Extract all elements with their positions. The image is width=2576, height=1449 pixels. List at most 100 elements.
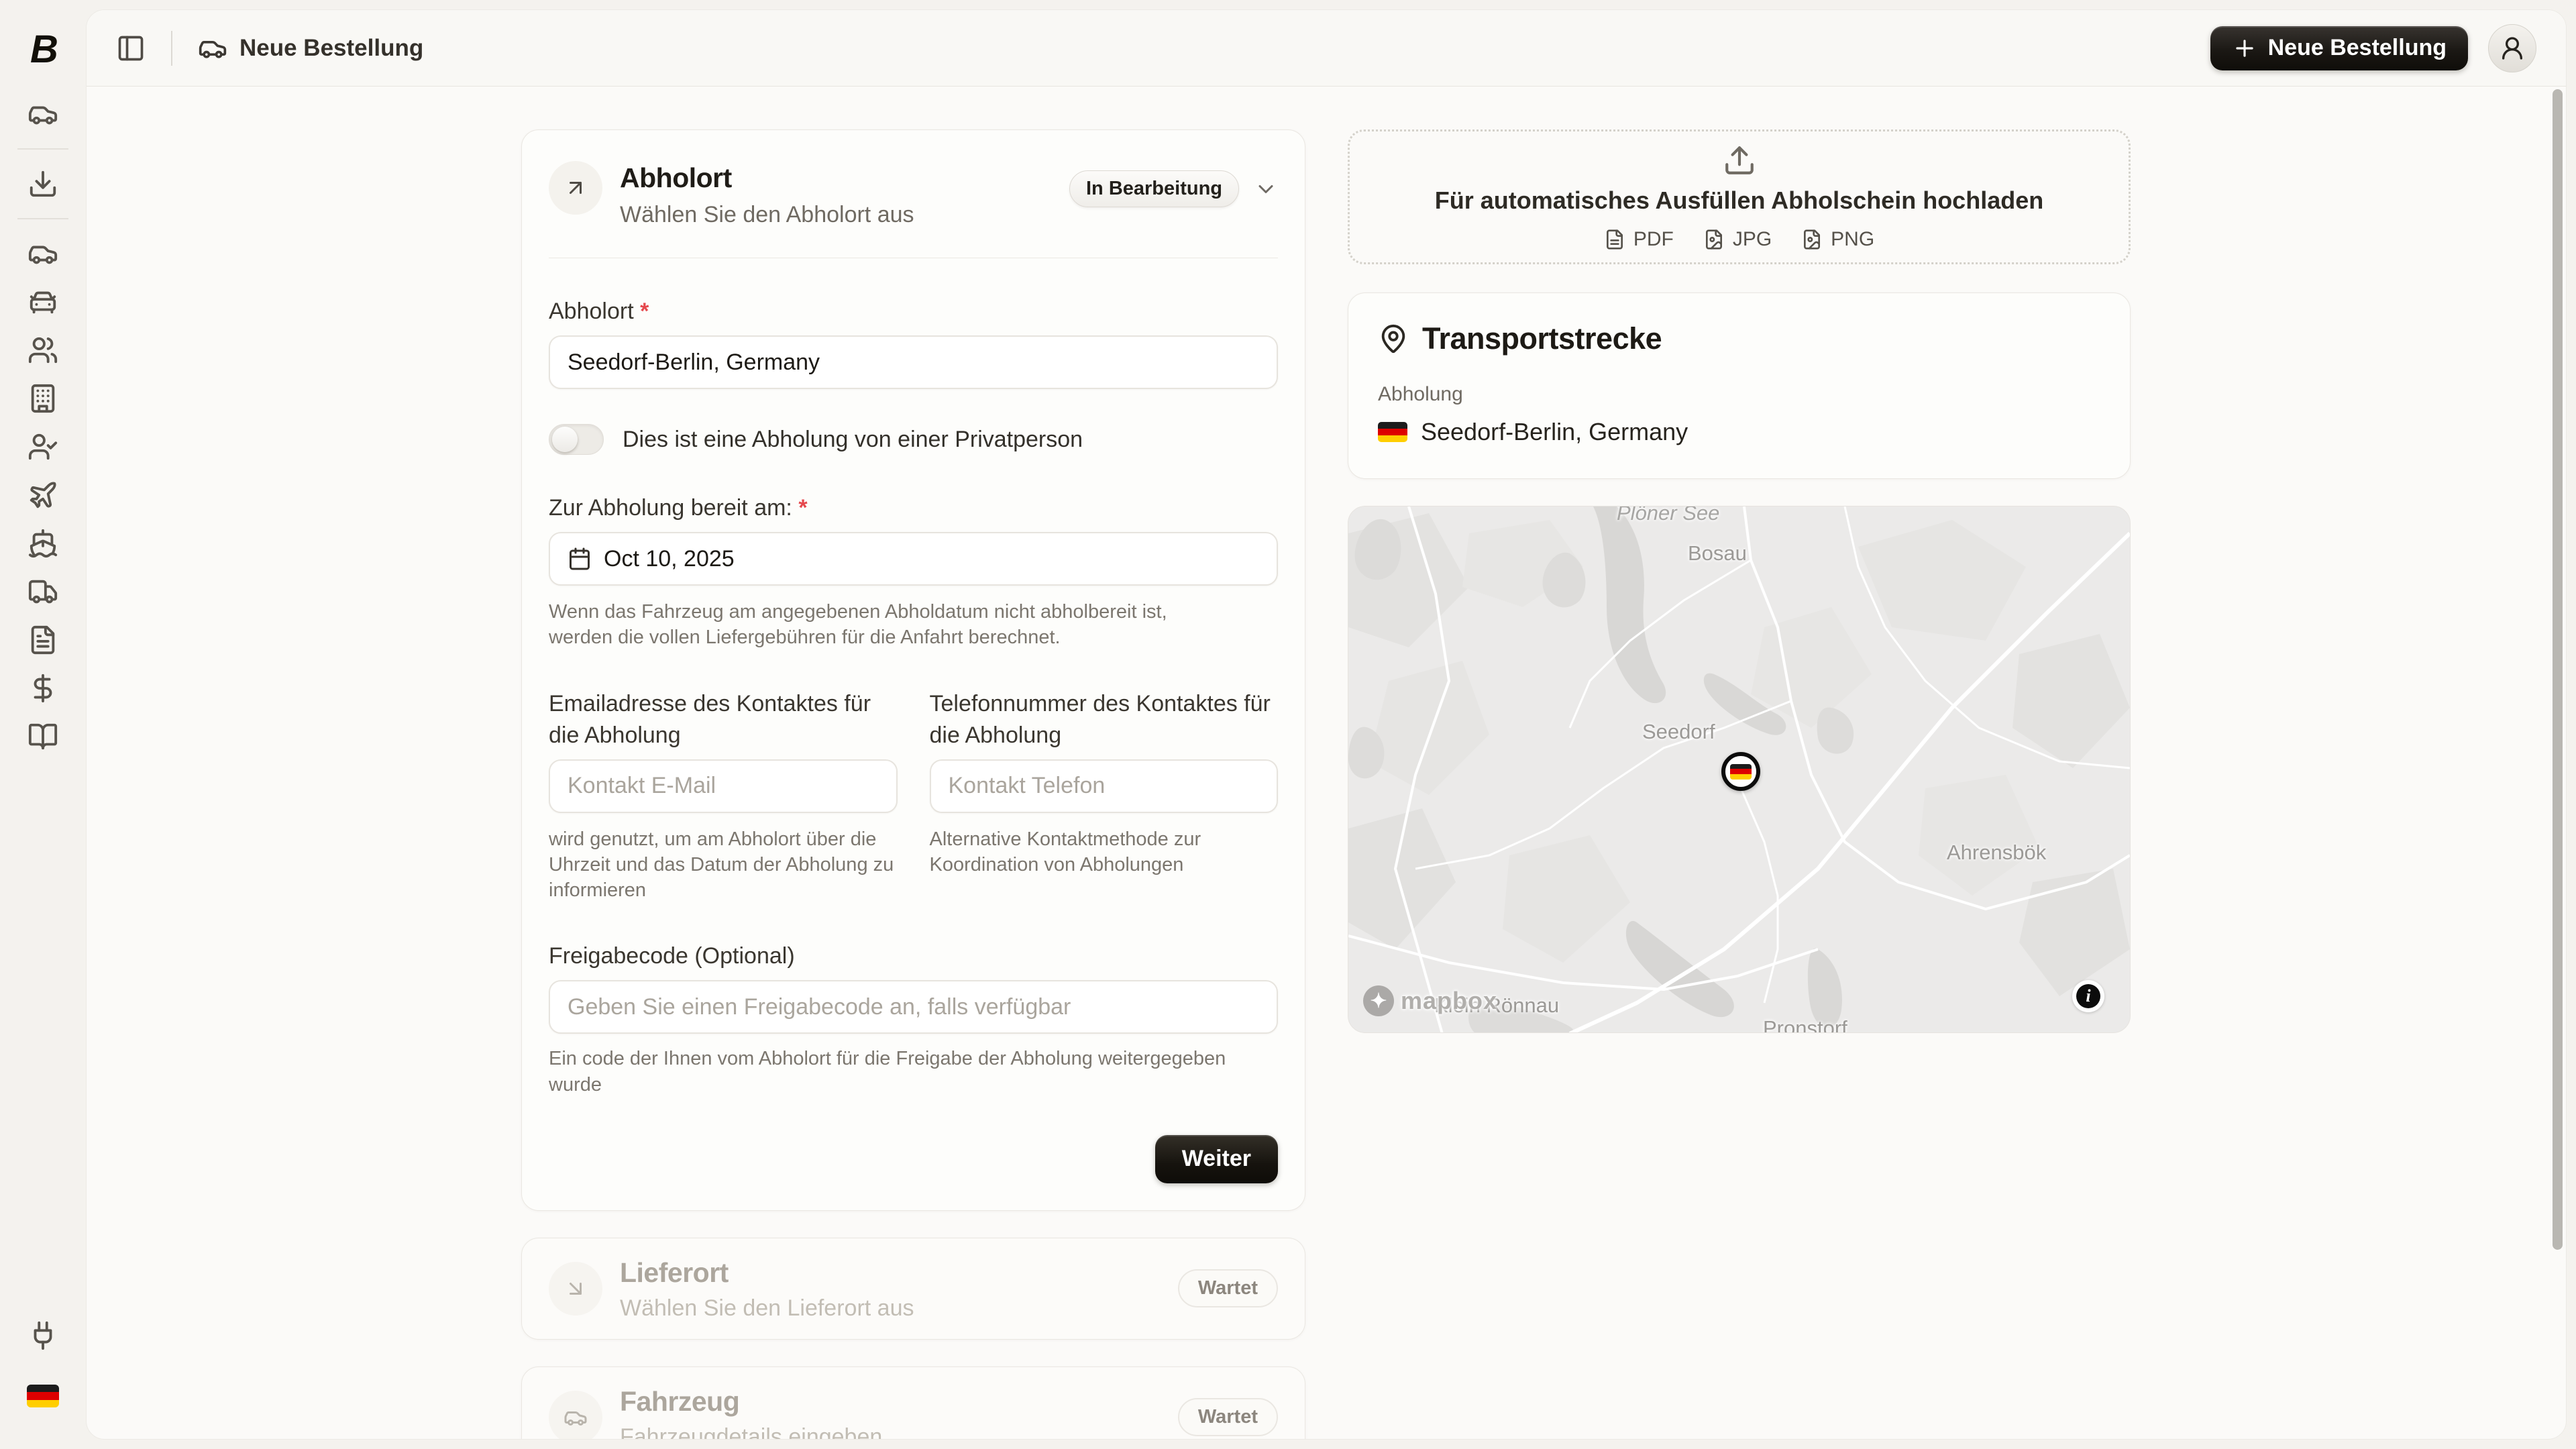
file-image-icon — [1703, 229, 1725, 250]
download-icon[interactable] — [28, 168, 58, 199]
contact-email-input[interactable] — [568, 773, 879, 799]
ready-date-help: Wenn das Fahrzeug am angegebenen Abholda… — [549, 599, 1226, 651]
route-map[interactable]: Plöner See Bosau Seedorf Ahrensbök Klein… — [1348, 506, 2131, 1033]
calendar-icon — [568, 547, 592, 571]
plus-icon — [2232, 36, 2257, 61]
upload-formats: PDF JPG PNG — [1604, 228, 1874, 251]
contact-email-label: Emailadresse des Kontaktes für die Abhol… — [549, 688, 898, 753]
transportstrecke-card: Transportstrecke Abholung Seedorf-Berlin… — [1348, 292, 2131, 479]
building-icon[interactable] — [28, 383, 58, 414]
private-person-toggle[interactable] — [549, 424, 604, 455]
file-text-icon[interactable] — [28, 625, 58, 655]
release-code-label: Freigabecode (Optional) — [549, 943, 795, 969]
contact-phone-help: Alternative Kontaktmethode zur Koordinat… — [930, 826, 1279, 878]
germany-flag-icon — [1730, 764, 1752, 780]
step-circle — [549, 161, 602, 215]
step-subtitle: Fahrzeugdetails eingeben — [620, 1424, 882, 1440]
dollar-sign-icon[interactable] — [28, 673, 58, 704]
pickup-location: Seedorf-Berlin, Germany — [1421, 418, 1688, 446]
format-pdf: PDF — [1604, 228, 1674, 251]
car-icon[interactable] — [28, 238, 58, 269]
file-image-icon — [1801, 229, 1823, 250]
format-png: PNG — [1801, 228, 1874, 251]
plane-icon[interactable] — [28, 480, 58, 511]
sidebar-divider — [17, 148, 68, 150]
contact-email-help: wird genutzt, um am Abholort über die Uh… — [549, 826, 898, 904]
abholort-step-card: Abholort Wählen Sie den Abholort aus In … — [521, 129, 1305, 1211]
step-circle — [549, 1391, 602, 1440]
contact-email-group: Emailadresse des Kontaktes für die Abhol… — [549, 688, 898, 904]
sidebar: B — [0, 0, 86, 1449]
language-flag-germany[interactable] — [27, 1385, 59, 1407]
arrow-down-right-icon — [564, 1277, 588, 1301]
release-code-help: Ein code der Ihnen vom Abholort für die … — [549, 1046, 1278, 1097]
step-title: Lieferort — [620, 1257, 914, 1289]
truck-icon[interactable] — [28, 576, 58, 607]
fahrzeug-step-card[interactable]: Fahrzeug Fahrzeugdetails eingeben Wartet — [521, 1366, 1305, 1440]
release-code-wrap — [549, 980, 1278, 1034]
app-header: Neue Bestellung Neue Bestellung — [87, 10, 2566, 87]
status-badge: Wartet — [1178, 1398, 1278, 1436]
sidebar-divider — [17, 218, 68, 219]
germany-flag-icon — [1378, 422, 1407, 442]
user-check-icon[interactable] — [28, 431, 58, 462]
map-attribution-button[interactable]: i — [2072, 980, 2104, 1012]
plug-icon[interactable] — [28, 1320, 58, 1351]
summary-column: Für automatisches Ausfüllen Abholschein … — [1348, 129, 2131, 1033]
info-icon: i — [2076, 984, 2100, 1008]
abholort-input-wrap — [549, 335, 1278, 389]
order-form-column: Abholort Wählen Sie den Abholort aus In … — [521, 129, 1305, 1440]
status-badge: In Bearbeitung — [1069, 170, 1239, 207]
chevron-down-icon[interactable] — [1254, 177, 1278, 201]
route-title: Transportstrecke — [1422, 321, 1662, 356]
contact-phone-label: Telefonnummer des Kontaktes für die Abho… — [930, 688, 1279, 753]
app-logo: B — [30, 27, 56, 72]
new-order-button[interactable]: Neue Bestellung — [2210, 26, 2468, 70]
contact-phone-input[interactable] — [949, 773, 1260, 799]
ship-icon[interactable] — [28, 528, 58, 559]
car-front-icon[interactable] — [28, 286, 58, 317]
map-pin-icon — [1378, 323, 1409, 354]
page-content: Abholort Wählen Sie den Abholort aus In … — [87, 87, 2566, 1438]
step-subtitle: Wählen Sie den Abholort aus — [620, 202, 914, 228]
user-menu-button[interactable] — [2488, 24, 2536, 72]
vertical-scrollbar[interactable] — [2553, 89, 2563, 1250]
arrow-up-right-icon — [564, 176, 588, 200]
step-title: Abholort — [620, 162, 914, 194]
contact-phone-wrap — [930, 759, 1279, 813]
abholschein-upload-dropzone[interactable]: Für automatisches Ausfüllen Abholschein … — [1348, 129, 2131, 264]
users-icon[interactable] — [28, 335, 58, 366]
mapbox-logo[interactable]: ✦ mapbox — [1363, 985, 1497, 1016]
mapbox-logo-icon: ✦ — [1363, 985, 1394, 1016]
ready-date-input[interactable] — [604, 546, 1259, 572]
abholort-field-label: Abholort * — [549, 299, 649, 324]
step-subtitle: Wählen Sie den Lieferort aus — [620, 1295, 914, 1322]
page-title: Neue Bestellung — [239, 35, 423, 62]
upload-icon — [1723, 144, 1756, 177]
ready-date-label: Zur Abholung bereit am: * — [549, 495, 808, 521]
format-jpg: JPG — [1703, 228, 1772, 251]
header-divider — [171, 31, 172, 66]
breadcrumb: Neue Bestellung — [198, 34, 423, 63]
car-icon — [564, 1405, 588, 1430]
book-open-icon[interactable] — [28, 721, 58, 752]
status-badge: Wartet — [1178, 1269, 1278, 1307]
contact-phone-group: Telefonnummer des Kontaktes für die Abho… — [930, 688, 1279, 904]
car-icon[interactable] — [28, 99, 58, 129]
sidebar-toggle-icon[interactable] — [116, 34, 146, 63]
step-circle — [549, 1262, 602, 1316]
lieferort-step-card[interactable]: Lieferort Wählen Sie den Lieferort aus W… — [521, 1238, 1305, 1340]
user-icon — [2499, 35, 2526, 62]
main-panel: Neue Bestellung Neue Bestellung — [86, 9, 2567, 1440]
private-person-toggle-label: Dies ist eine Abholung von einer Privatp… — [623, 427, 1083, 453]
van-icon — [198, 34, 227, 63]
pickup-map-marker[interactable] — [1721, 752, 1760, 791]
pickup-label: Abholung — [1378, 383, 2100, 406]
contact-email-wrap — [549, 759, 898, 813]
ready-date-field[interactable] — [549, 532, 1278, 586]
weiter-button[interactable]: Weiter — [1155, 1135, 1278, 1183]
step-title: Fahrzeug — [620, 1386, 882, 1417]
file-text-icon — [1604, 229, 1625, 250]
release-code-input[interactable] — [568, 994, 1259, 1020]
abholort-input[interactable] — [568, 350, 1259, 376]
